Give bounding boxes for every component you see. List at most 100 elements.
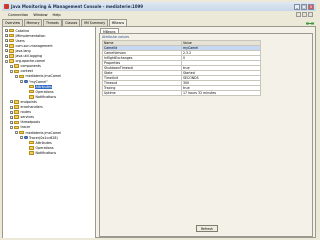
tree-node-label: errorhandlers [20, 105, 43, 109]
expand-icon[interactable]: + [10, 115, 13, 119]
tree-node-label: threadpools [20, 120, 41, 125]
menu-bar: Connection Window Help [2, 11, 316, 18]
folder-icon [9, 33, 14, 38]
tree-node-label: mediaterie.jmxCamel [25, 74, 62, 79]
menu-connection[interactable]: Connection [8, 13, 28, 17]
folder-icon [14, 110, 19, 114]
inner-restore-button[interactable] [302, 12, 307, 17]
collapse-icon[interactable]: - [10, 69, 13, 73]
folder-icon [29, 95, 34, 99]
folder-icon [14, 100, 19, 104]
tree-node-label: services [20, 115, 35, 120]
tree-node-label: Catalina [15, 28, 30, 33]
attribute-value: 17 hours 32 minutes [181, 90, 261, 96]
folder-icon [29, 89, 34, 94]
minimize-button[interactable]: _ [294, 3, 300, 10]
folder-icon [9, 49, 14, 53]
attribute-values-heading: Attribute values [102, 35, 130, 39]
expand-icon[interactable]: + [10, 100, 13, 104]
expand-icon[interactable]: + [5, 49, 8, 53]
tree-node[interactable]: Notifications [25, 150, 57, 155]
window-title: Java Monitoring & Management Console - m… [11, 4, 144, 9]
tree-node-label: endpoints [20, 99, 37, 104]
close-button[interactable]: x [308, 3, 314, 10]
collapse-icon[interactable]: - [20, 136, 23, 139]
attribute-name: Uptime [102, 90, 182, 96]
collapse-icon[interactable]: - [15, 74, 18, 78]
menu-window[interactable]: Window [33, 13, 47, 17]
folder-icon [9, 54, 14, 58]
app-window: Java Monitoring & Management Console - m… [0, 0, 320, 240]
tree-node-label: tracer [20, 125, 31, 130]
folder-icon [14, 115, 19, 119]
tab-memory[interactable]: Memory [23, 19, 43, 26]
folder-icon [14, 105, 19, 109]
expand-icon[interactable]: + [10, 110, 13, 114]
tree-node-label: Users [15, 38, 25, 43]
inner-minimize-button[interactable] [296, 12, 301, 17]
tab-classes[interactable]: Classes [62, 19, 81, 26]
attribute-panel: Attribute values Name Value CamelId myCam… [99, 33, 313, 237]
expand-icon[interactable]: + [5, 34, 8, 37]
mbean-icon [24, 135, 28, 140]
inner-close-button[interactable] [308, 12, 313, 17]
menu-help[interactable]: Help [53, 13, 61, 17]
tab-threads[interactable]: Threads [42, 19, 62, 26]
tree-node-label: com.sun.management [15, 43, 53, 48]
mbean-detail-panel: MBeans Attribute values Name Value Camel… [97, 27, 316, 238]
title-bar: Java Monitoring & Management Console - m… [2, 2, 316, 11]
tree-node-label: Tracer(0x1cc628) [29, 135, 58, 140]
folder-icon [9, 44, 14, 48]
collapse-icon[interactable]: - [15, 131, 18, 134]
folder-icon [9, 28, 14, 33]
maximize-button[interactable]: □ [301, 3, 307, 10]
tree-node-label: routes [20, 110, 31, 115]
tree-node-label: java.util.logging [15, 54, 42, 58]
tree-node-label: Operations [35, 89, 54, 94]
tab-mbeans[interactable]: MBeans [108, 19, 128, 26]
attribute-table: Name Value CamelId myCamel CamelVersion 2.3… [102, 40, 261, 96]
folder-icon [19, 130, 24, 135]
collapse-icon[interactable]: - [5, 59, 8, 63]
tree-node-label: java.lang [15, 48, 31, 53]
folder-icon [9, 38, 14, 43]
expand-icon[interactable]: + [5, 54, 8, 58]
folder-icon [14, 69, 19, 74]
tree-node-label: org.apache.camel [15, 59, 46, 64]
folder-icon [19, 74, 24, 79]
tab-overview[interactable]: Overview [2, 19, 24, 26]
tree-node-label: "myCamel" [29, 79, 48, 84]
tab-vm-summary[interactable]: VM Summary [80, 19, 109, 26]
tree-node-label: Notifications [35, 150, 57, 155]
mbeans-content: + Catalina + JMImplementation + Users + com.sun… [2, 26, 316, 238]
expand-icon[interactable]: + [10, 120, 13, 124]
mbean-tree: + Catalina + JMImplementation + Users + com.sun… [3, 27, 96, 238]
folder-icon [9, 59, 14, 63]
java-cup-icon [4, 4, 9, 9]
expand-icon[interactable]: + [5, 29, 8, 32]
folder-icon [29, 146, 34, 150]
folder-icon [29, 151, 34, 155]
tree-node-label: Attributes [35, 84, 53, 89]
folder-icon [14, 120, 19, 125]
attribute-row[interactable]: Uptime 17 hours 32 minutes [102, 90, 261, 96]
expand-icon[interactable]: + [5, 44, 8, 48]
tree-node-label: Notifications [35, 94, 57, 99]
tree-node-label: context [20, 69, 33, 74]
expand-icon[interactable]: + [10, 105, 13, 109]
collapse-icon[interactable]: - [10, 125, 13, 129]
tree-node-label: components [20, 64, 41, 69]
mbean-icon [24, 79, 28, 84]
refresh-button[interactable]: Refresh [196, 225, 218, 232]
expand-icon[interactable]: + [10, 64, 13, 68]
folder-icon [14, 64, 19, 68]
collapse-icon[interactable]: - [20, 80, 23, 83]
tab-strip: Overview Memory Threads Classes VM Summa… [2, 18, 128, 26]
expand-icon[interactable]: + [5, 39, 8, 43]
folder-icon [14, 125, 19, 130]
